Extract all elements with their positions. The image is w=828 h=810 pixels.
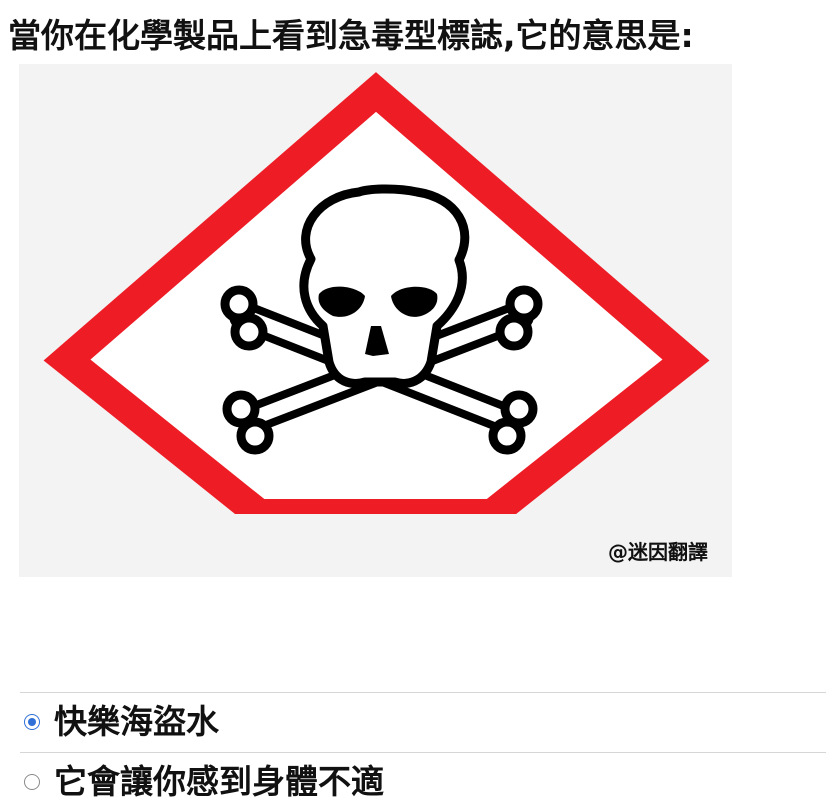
ghs-toxic-pictogram (19, 72, 732, 577)
option-2[interactable]: 它會讓你感到身體不適 (24, 754, 804, 810)
watermark-text: @迷因翻譯 (608, 540, 708, 564)
question-title: 當你在化學製品上看到急毒型標誌,它的意思是: (8, 16, 694, 55)
option-1[interactable]: 快樂海盜水 (24, 694, 804, 750)
hazard-image: @迷因翻譯 (19, 64, 732, 577)
divider-middle (20, 752, 826, 753)
option-1-label: 快樂海盜水 (54, 702, 219, 741)
divider-top (20, 692, 826, 693)
radio-unselected-icon[interactable] (24, 774, 40, 790)
radio-selected-icon[interactable] (24, 714, 40, 730)
option-2-label: 它會讓你感到身體不適 (54, 762, 384, 801)
